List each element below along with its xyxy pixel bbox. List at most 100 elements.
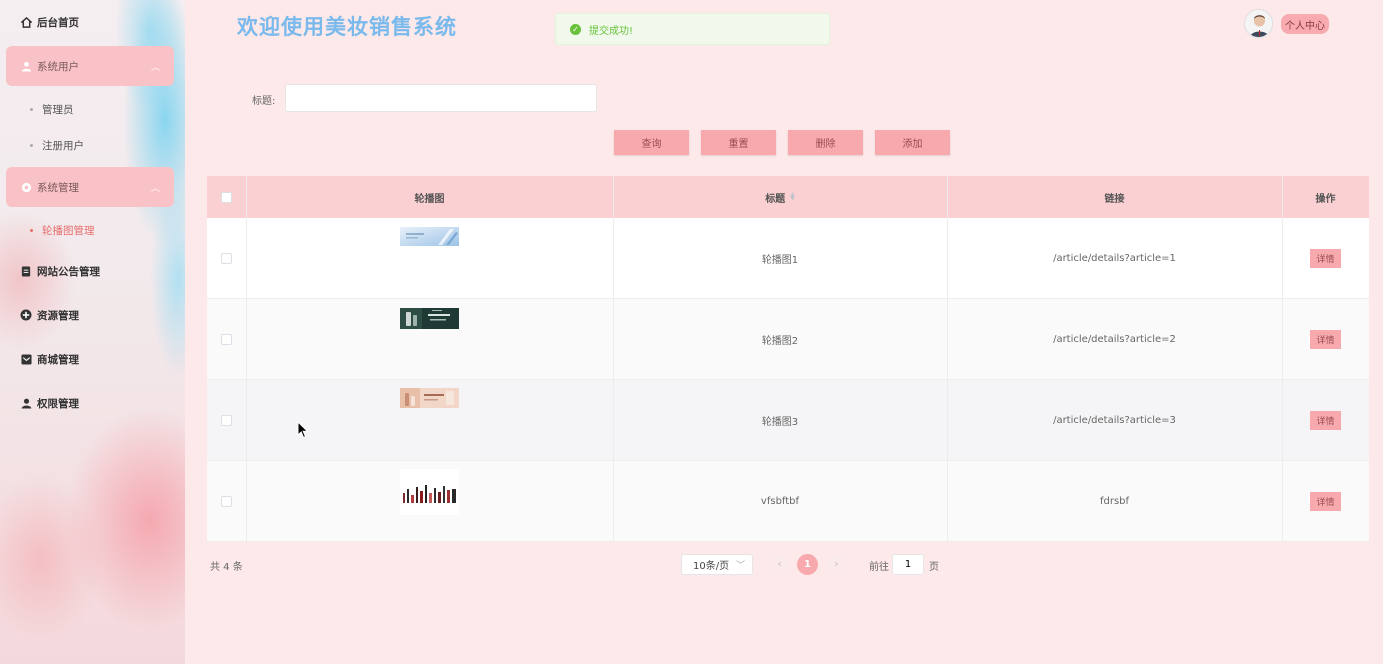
column-header-title[interactable]: 标题 ▲ ▼ — [613, 176, 947, 218]
table-row: vfsbftbf fdrsbf 详情 — [207, 461, 1369, 542]
sort-icon[interactable]: ▲ ▼ — [790, 192, 795, 202]
row-action-cell: 详情 — [1282, 218, 1369, 298]
row-action-cell: 详情 — [1282, 299, 1369, 379]
goto-page-input[interactable] — [892, 554, 924, 575]
column-divider — [246, 176, 247, 541]
check-circle-icon: ✓ — [570, 23, 581, 35]
bullet-icon — [30, 229, 33, 232]
table-row: 轮播图3 /article/details?article=3 详情 — [207, 380, 1369, 461]
next-page-button[interactable]: › — [826, 554, 847, 575]
sidebar-item-home[interactable]: 后台首页 — [0, 2, 185, 42]
select-all-checkbox[interactable] — [221, 191, 232, 203]
table-row: 轮播图1 /article/details?article=1 详情 — [207, 218, 1369, 299]
page-title: 欢迎使用美妆销售系统 — [237, 15, 457, 39]
bullet-icon — [30, 144, 33, 147]
avatar[interactable] — [1244, 9, 1273, 38]
table-header: 轮播图 标题 ▲ ▼ 链接 操作 — [207, 176, 1369, 218]
chevron-right-icon: › — [834, 559, 839, 570]
sidebar-item-label: 管理员 — [42, 104, 74, 116]
bullet-icon — [30, 108, 33, 111]
sidebar-group-label: 系统用户 — [37, 60, 79, 73]
row-link: /article/details?article=1 — [1053, 252, 1176, 264]
sidebar-item-label: 资源管理 — [37, 309, 79, 322]
sidebar-item-label: 权限管理 — [37, 397, 79, 410]
row-select-cell — [207, 218, 246, 298]
mouse-cursor-icon — [297, 421, 309, 439]
total-count: 共 4 条 — [210, 562, 243, 573]
sidebar-group-label: 系统管理 — [37, 181, 79, 194]
row-action-cell: 详情 — [1282, 461, 1369, 541]
sidebar-item-registered-users[interactable]: 注册用户 — [30, 138, 84, 153]
row-checkbox[interactable] — [221, 333, 232, 345]
sidebar-item-label: 轮播图管理 — [42, 225, 95, 237]
add-button[interactable]: 添加 — [875, 130, 950, 155]
title-search-input[interactable] — [285, 84, 597, 112]
detail-button[interactable]: 详情 — [1310, 410, 1341, 430]
sidebar-group-system-management[interactable]: 系统管理 ︿ — [6, 167, 174, 207]
sidebar-item-label: 后台首页 — [37, 16, 79, 29]
row-select-cell — [207, 461, 246, 541]
query-button[interactable]: 查询 — [614, 130, 689, 155]
chevron-up-icon: ︿ — [150, 63, 160, 73]
search-label: 标题: — [252, 96, 276, 107]
column-divider — [947, 176, 948, 541]
page-size-select[interactable]: 10条/页 ﹀ — [681, 554, 753, 575]
column-divider — [1282, 176, 1283, 541]
goto-prefix: 前往 — [869, 562, 889, 573]
sidebar-item-carousel-management[interactable]: 轮播图管理 — [30, 223, 95, 238]
row-title: 轮播图1 — [761, 254, 799, 266]
row-title: 轮播图3 — [761, 416, 799, 428]
row-link: /article/details?article=2 — [1053, 333, 1176, 345]
row-select-cell — [207, 299, 246, 379]
column-header-action: 操作 — [1315, 193, 1336, 205]
sidebar-item-shop[interactable]: 商城管理 — [0, 339, 185, 379]
plus-circle-icon — [20, 309, 32, 321]
sidebar-item-resources[interactable]: 资源管理 — [0, 295, 185, 335]
chevron-down-icon: ﹀ — [735, 561, 745, 571]
sidebar: 后台首页 系统用户 ︿ 管理员 注册用户 系统管理 ︿ 轮播图管理 网站公告管理 — [0, 0, 185, 664]
sidebar-item-permissions[interactable]: 权限管理 — [0, 383, 185, 423]
goto-suffix: 页 — [929, 562, 939, 573]
detail-button[interactable]: 详情 — [1310, 491, 1341, 511]
user-icon — [20, 60, 32, 72]
page-number-current[interactable]: 1 — [797, 554, 818, 575]
detail-button[interactable]: 详情 — [1310, 248, 1341, 268]
column-header-link: 链接 — [1104, 193, 1125, 205]
chevron-left-icon: ‹ — [777, 559, 782, 570]
sidebar-item-announcements[interactable]: 网站公告管理 — [0, 251, 185, 291]
select-all-cell — [207, 176, 246, 218]
delete-button[interactable]: 删除 — [788, 130, 863, 155]
reset-button[interactable]: 重置 — [701, 130, 776, 155]
column-header-label: 标题 — [765, 193, 786, 205]
sidebar-group-system-users[interactable]: 系统用户 ︿ — [6, 46, 174, 86]
profile-button[interactable]: 个人中心 — [1281, 14, 1329, 34]
column-divider — [613, 176, 614, 541]
sidebar-item-label: 网站公告管理 — [37, 265, 100, 278]
chevron-up-icon: ︿ — [150, 184, 160, 194]
row-checkbox[interactable] — [221, 252, 232, 264]
home-icon — [20, 16, 32, 28]
user-icon — [20, 397, 32, 409]
sidebar-item-label: 商城管理 — [37, 353, 79, 366]
sidebar-item-admin[interactable]: 管理员 — [30, 102, 74, 117]
row-link: fdrsbf — [1099, 495, 1130, 507]
prev-page-button[interactable]: ‹ — [769, 554, 790, 575]
carousel-thumbnail — [400, 227, 459, 246]
row-select-cell — [207, 380, 246, 460]
document-icon — [20, 265, 32, 277]
page-size-value: 10条/页 — [693, 561, 730, 572]
carousel-thumbnail — [400, 469, 459, 515]
row-checkbox[interactable] — [221, 495, 232, 507]
row-title: vfsbftbf — [760, 495, 800, 507]
row-action-cell: 详情 — [1282, 380, 1369, 460]
detail-button[interactable]: 详情 — [1310, 329, 1341, 349]
carousel-thumbnail — [400, 308, 459, 329]
row-title: 轮播图2 — [761, 335, 799, 347]
gear-icon — [20, 181, 32, 193]
column-header-image: 轮播图 — [414, 193, 445, 205]
table-row: 轮播图2 /article/details?article=2 详情 — [207, 299, 1369, 380]
toast-message: 提交成功! — [589, 25, 634, 37]
row-checkbox[interactable] — [221, 414, 232, 426]
mail-icon — [20, 353, 32, 365]
carousel-thumbnail — [400, 388, 459, 408]
